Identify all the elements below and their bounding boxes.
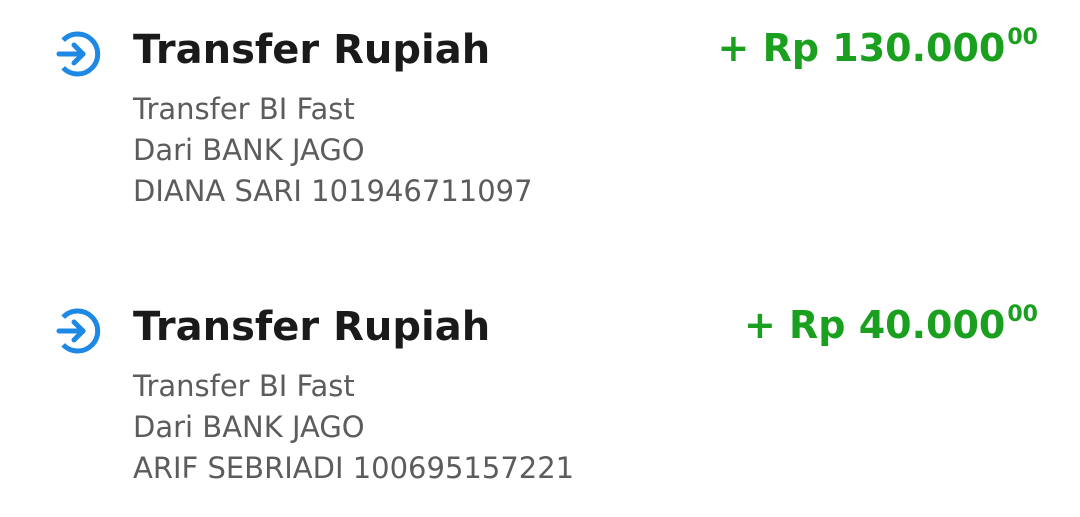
- amount-cents: 00: [1007, 302, 1038, 327]
- transaction-title: Transfer Rupiah: [133, 27, 491, 73]
- source-bank: Dari BANK JAGO: [133, 133, 365, 167]
- sender-name-account: DIANA SARI 101946711097: [133, 174, 533, 208]
- transaction-item[interactable]: Transfer Rupiah + Rp 130.00000 Transfer …: [0, 0, 1080, 240]
- transfer-method: Transfer BI Fast: [133, 369, 355, 403]
- source-bank: Dari BANK JAGO: [133, 410, 365, 444]
- amount-value: + Rp 130.000: [717, 26, 1006, 70]
- incoming-transfer-icon: [49, 26, 105, 82]
- transaction-item[interactable]: Transfer Rupiah + Rp 40.00000 Transfer B…: [0, 277, 1080, 517]
- transaction-list: Transfer Rupiah + Rp 130.00000 Transfer …: [0, 0, 1080, 517]
- sender-name-account: ARIF SEBRIADI 100695157221: [133, 451, 575, 485]
- transaction-amount: + Rp 130.00000: [718, 24, 1038, 72]
- transaction-amount: + Rp 40.00000: [744, 301, 1038, 349]
- transaction-title: Transfer Rupiah: [133, 304, 491, 350]
- amount-value: + Rp 40.000: [743, 303, 1006, 347]
- transfer-method: Transfer BI Fast: [133, 92, 355, 126]
- incoming-transfer-icon: [49, 303, 105, 359]
- amount-cents: 00: [1007, 25, 1038, 50]
